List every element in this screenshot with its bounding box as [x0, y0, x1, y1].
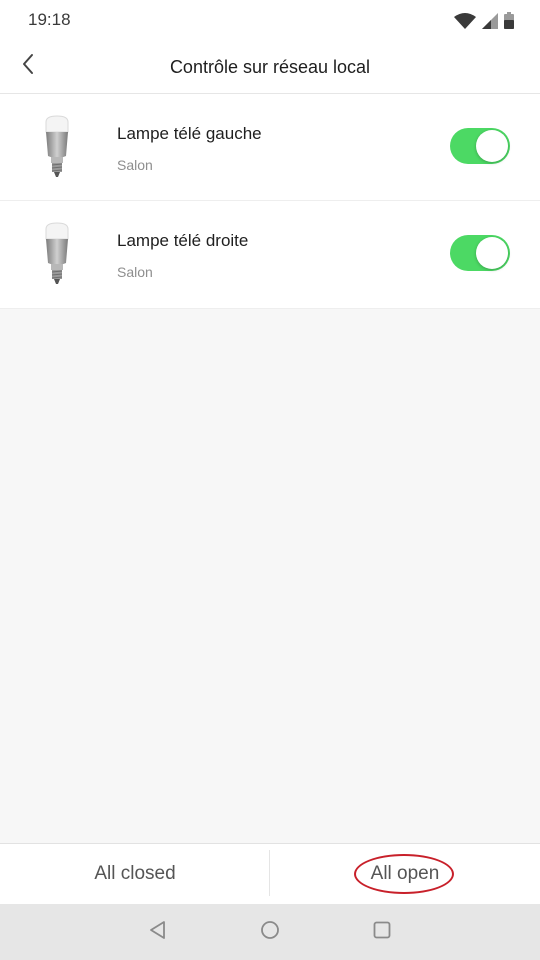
status-bar: 19:18 — [0, 0, 540, 40]
home-circle-icon — [260, 920, 280, 945]
highlight-annotation — [354, 854, 454, 894]
status-time: 19:18 — [28, 10, 71, 29]
light-bulb-icon — [40, 114, 74, 180]
device-power-toggle[interactable] — [450, 128, 510, 164]
page-title: Contrôle sur réseau local — [169, 57, 371, 77]
light-bulb-icon — [40, 221, 74, 287]
battery-icon — [504, 12, 514, 29]
device-row[interactable]: Lampe télé gauche Salon — [0, 94, 540, 201]
nav-back-button[interactable] — [144, 918, 172, 946]
device-room: Salon — [117, 264, 153, 280]
wifi-icon — [454, 13, 476, 29]
app-header: Contrôle sur réseau local — [0, 40, 540, 94]
screen: 19:18 Contrôle sur réseau local Lampe té… — [0, 0, 540, 960]
recents-square-icon — [372, 920, 392, 945]
device-power-toggle[interactable] — [450, 235, 510, 271]
status-icons — [454, 11, 514, 29]
back-triangle-icon — [148, 920, 168, 945]
toggle-knob — [476, 130, 508, 162]
cell-signal-icon — [482, 13, 498, 29]
bottom-action-bar: All closed All open — [0, 843, 540, 904]
nav-home-button[interactable] — [256, 918, 284, 946]
toggle-knob — [476, 237, 508, 269]
system-nav-bar — [0, 904, 540, 960]
nav-recents-button[interactable] — [368, 918, 396, 946]
all-closed-button[interactable]: All closed — [0, 844, 270, 904]
device-name: Lampe télé droite — [117, 231, 249, 250]
device-room: Salon — [117, 157, 153, 173]
device-name: Lampe télé gauche — [117, 124, 262, 143]
all-open-button[interactable]: All open — [270, 844, 540, 904]
device-row[interactable]: Lampe télé droite Salon — [0, 201, 540, 309]
device-list: Lampe télé gauche Salon Lampe télé droit… — [0, 94, 540, 309]
